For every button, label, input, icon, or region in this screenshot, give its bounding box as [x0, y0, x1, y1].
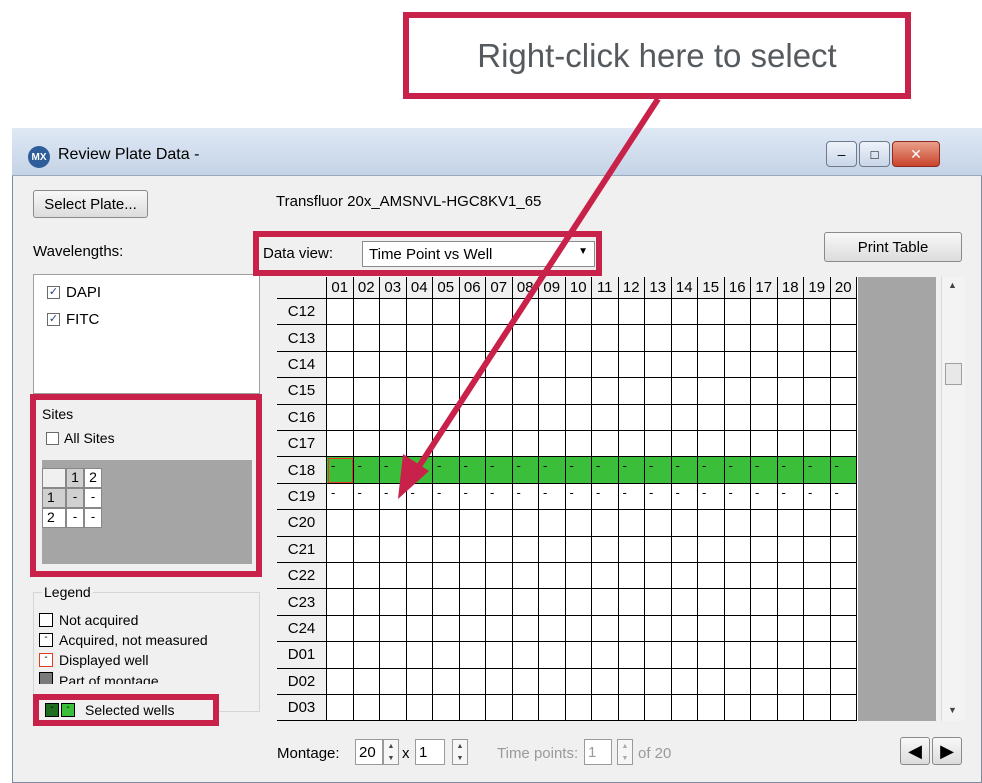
callout-arrow	[398, 97, 661, 499]
callout-box: Right-click here to select	[403, 12, 911, 99]
callout-arrow-line	[411, 97, 661, 476]
callout-text: Right-click here to select	[477, 36, 837, 74]
